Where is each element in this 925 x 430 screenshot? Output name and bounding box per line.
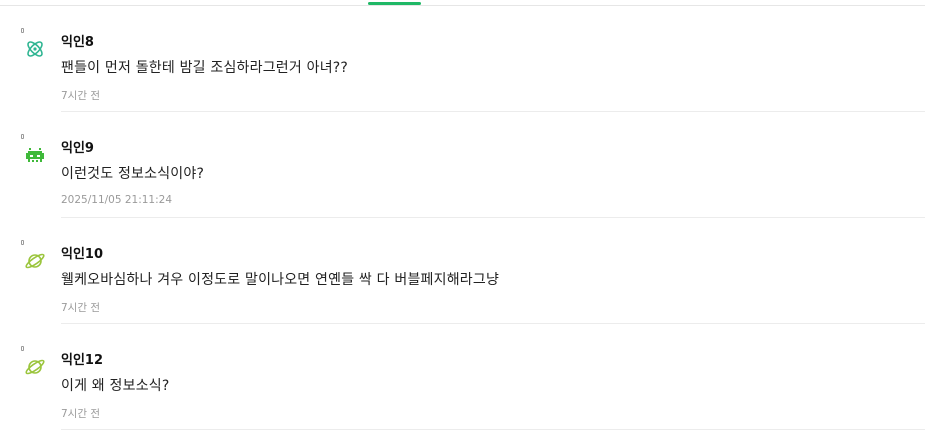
comment-list-page: 익인8 팬들이 먼저 돌한테 밤길 조심하라그런거 아녀?? 7시간 전 익인9… (0, 0, 925, 430)
comment-timestamp: 7시간 전 (61, 302, 100, 314)
comment-timestamp: 2025/11/05 21:11:24 (61, 194, 173, 206)
comment-text: 팬들이 먼저 돌한테 밤길 조심하라그런거 아녀?? (61, 60, 349, 76)
active-tab-indicator (368, 2, 421, 5)
comment-item: 익인8 팬들이 먼저 돌한테 밤길 조심하라그런거 아녀?? 7시간 전 (0, 6, 925, 112)
atom-icon (24, 38, 46, 60)
comment-item: 익인10 웰케오바심하나 겨우 이정도로 말이나오면 연옌들 싹 다 버블페지해… (0, 218, 925, 324)
comment-handle-icon[interactable] (21, 346, 24, 351)
comment-item: 익인12 이게 왜 정보소식? 7시간 전 (0, 324, 925, 430)
comment-item: 익인9 이런것도 정보소식이야? 2025/11/05 21:11:24 (0, 112, 925, 218)
comment-nickname[interactable]: 익인9 (61, 137, 94, 156)
comment-handle-icon[interactable] (21, 28, 24, 33)
comment-handle-icon[interactable] (21, 134, 24, 139)
comment-nickname[interactable]: 익인12 (61, 349, 103, 368)
comment-text: 이게 왜 정보소식? (61, 378, 170, 394)
planet-icon (24, 356, 46, 378)
comment-timestamp: 7시간 전 (61, 90, 100, 102)
comment-nickname[interactable]: 익인8 (61, 31, 94, 50)
comment-text: 웰케오바심하나 겨우 이정도로 말이나오면 연옌들 싹 다 버블페지해라그냥 (61, 272, 500, 288)
comment-text: 이런것도 정보소식이야? (61, 166, 205, 182)
comment-timestamp: 7시간 전 (61, 408, 100, 420)
planet-icon (24, 250, 46, 272)
comment-handle-icon[interactable] (21, 240, 24, 245)
space-invader-icon (24, 144, 46, 166)
comment-nickname[interactable]: 익인10 (61, 243, 103, 262)
